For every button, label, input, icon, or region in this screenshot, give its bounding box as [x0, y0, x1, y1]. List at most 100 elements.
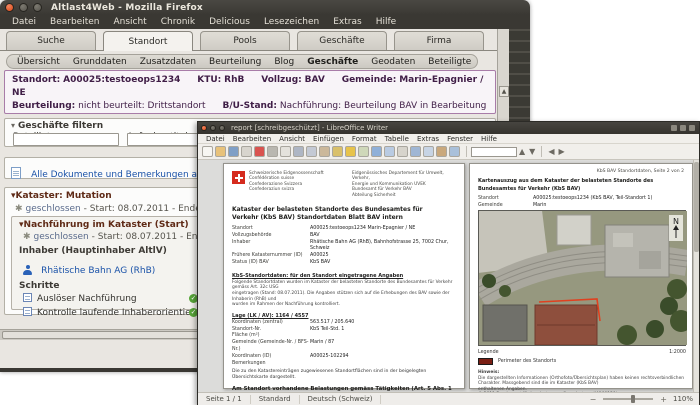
- menu-item[interactable]: Bearbeiten: [233, 135, 271, 143]
- open-icon[interactable]: [215, 146, 226, 157]
- pdf-export-icon[interactable]: [254, 146, 265, 157]
- menu-item[interactable]: Datei: [12, 17, 36, 27]
- subtab-zusatzdaten[interactable]: Zusatzdaten: [140, 57, 196, 67]
- print-preview-icon[interactable]: [280, 146, 291, 157]
- person-icon: [23, 265, 32, 275]
- legend-item: Perimeter des Standorts: [478, 358, 556, 365]
- toolbar-separator: [541, 146, 543, 157]
- lage-table: Koordinaten (zentral) 563.517 / 205.640 St…: [232, 320, 456, 368]
- vertical-scrollbar[interactable]: [693, 160, 699, 392]
- tab-firma[interactable]: Firma: [394, 31, 484, 50]
- site-info-line2: Beurteilung: nicht beurteilt: Drittstand…: [12, 101, 487, 111]
- close-button[interactable]: [5, 3, 14, 12]
- find-replace-icon[interactable]: [410, 146, 421, 157]
- language-indicator[interactable]: Deutsch (Schweiz): [300, 394, 382, 404]
- beteiligte-input[interactable]: [13, 133, 119, 146]
- menu-item[interactable]: Delicious: [209, 17, 250, 27]
- maximize-button[interactable]: [219, 125, 225, 131]
- paragraph-line: wurden im Rahmen der Nachführung kontrol…: [232, 302, 341, 308]
- email-icon[interactable]: [241, 146, 252, 157]
- save-icon[interactable]: [228, 146, 239, 157]
- new-document-icon[interactable]: [202, 146, 213, 157]
- tab-geschaefte[interactable]: Geschäfte: [297, 31, 387, 50]
- table-row: Inhaber Rhätische Bahn AG (RhB), Bahnhofs…: [232, 239, 449, 252]
- zoom-icon[interactable]: [449, 146, 460, 157]
- redo-icon[interactable]: [358, 146, 369, 157]
- minimize-button[interactable]: [19, 3, 28, 12]
- subtab-beteiligte[interactable]: Beteiligte: [428, 57, 471, 67]
- scroll-up-icon[interactable]: ▲: [499, 86, 509, 97]
- menu-item[interactable]: Ansicht: [279, 135, 305, 143]
- writer-toolbar: ▲ ▼ ◀ ▶: [198, 144, 699, 160]
- hyperlink-icon[interactable]: [371, 146, 382, 157]
- navigator-icon[interactable]: [423, 146, 434, 157]
- page-style[interactable]: Standard: [251, 394, 300, 404]
- swiss-flag-icon: [232, 171, 245, 184]
- zoom-slider-knob[interactable]: [631, 395, 636, 403]
- volume-icon[interactable]: [680, 125, 686, 131]
- print-icon[interactable]: [267, 146, 278, 157]
- inhaber-link[interactable]: Rhätische Bahn AG (RhB): [41, 266, 155, 276]
- menu-item[interactable]: Fenster: [447, 135, 473, 143]
- format-paintbrush-icon[interactable]: [332, 146, 343, 157]
- gear-icon: ✱: [15, 204, 23, 214]
- menu-item[interactable]: Tabelle: [385, 135, 409, 143]
- minimize-button[interactable]: [210, 125, 216, 131]
- draw-functions-icon[interactable]: [397, 146, 408, 157]
- menu-item[interactable]: Hilfe: [376, 17, 396, 27]
- cut-icon[interactable]: [293, 146, 304, 157]
- indicator-area: [668, 125, 695, 131]
- subtab-geschaefte[interactable]: Geschäfte: [307, 57, 358, 67]
- zoom-slider[interactable]: [603, 395, 654, 403]
- subtab-beurteilung[interactable]: Beurteilung: [209, 57, 261, 67]
- table-icon[interactable]: [384, 146, 395, 157]
- table-row: Koordinaten (zentral) 563.517 / 205.640: [232, 319, 355, 325]
- scrollbar-thumb[interactable]: [694, 162, 699, 252]
- svg-text:N: N: [673, 217, 679, 226]
- subtab-geodaten[interactable]: Geodaten: [371, 57, 415, 67]
- table-row: Standort-Nr. KbS Teil-Std. 1: [232, 326, 345, 332]
- step-link[interactable]: Kontrolle laufende Inhaberorientierung: [37, 308, 212, 318]
- menu-item[interactable]: Format: [352, 135, 377, 143]
- table-row: Gemeinde Marin: [478, 202, 547, 208]
- close-button[interactable]: [201, 125, 207, 131]
- tab-pools[interactable]: Pools: [200, 31, 290, 50]
- window-title: Altlast4Web - Mozilla Firefox: [51, 2, 203, 13]
- tab-suche[interactable]: Suche: [6, 31, 96, 50]
- mail-icon[interactable]: [689, 125, 695, 131]
- back-icon[interactable]: ◀: [548, 147, 554, 156]
- forward-icon[interactable]: ▶: [558, 147, 564, 156]
- copy-icon[interactable]: [306, 146, 317, 157]
- status-link[interactable]: geschlossen: [26, 204, 81, 214]
- subtab-grunddaten[interactable]: Grunddaten: [73, 57, 127, 67]
- menu-item[interactable]: Bearbeiten: [50, 17, 99, 27]
- clock-icon[interactable]: [671, 125, 677, 131]
- find-next-icon[interactable]: ▼: [529, 147, 535, 156]
- menu-item[interactable]: Datei: [206, 135, 225, 143]
- menu-item[interactable]: Hilfe: [481, 135, 497, 143]
- zoom-in-icon[interactable]: +: [660, 395, 667, 404]
- find-input[interactable]: [471, 146, 517, 157]
- menu-item[interactable]: Extras: [417, 135, 439, 143]
- menu-item[interactable]: Extras: [333, 17, 361, 27]
- menu-item[interactable]: Lesezeichen: [264, 17, 319, 27]
- status-link[interactable]: geschlossen: [34, 232, 89, 242]
- writer-titlebar[interactable]: report [schreibgeschützt] - LibreOffice …: [198, 122, 699, 134]
- paste-icon[interactable]: [319, 146, 330, 157]
- tab-standort[interactable]: Standort: [103, 31, 193, 51]
- subtab-blog[interactable]: Blog: [274, 57, 294, 67]
- menu-item[interactable]: Chronik: [161, 17, 195, 27]
- gallery-icon[interactable]: [436, 146, 447, 157]
- maximize-button[interactable]: [33, 3, 42, 12]
- subtab-uebersicht[interactable]: Übersicht: [17, 57, 60, 67]
- table-row: Standort A00025:testoeops1234 (KbS BAV, T…: [478, 196, 653, 201]
- collapse-icon: ▾: [11, 121, 16, 130]
- undo-icon[interactable]: [345, 146, 356, 157]
- step-link[interactable]: Auslöser Nachführung: [37, 294, 137, 304]
- menu-item[interactable]: Ansicht: [113, 17, 146, 27]
- firefox-titlebar[interactable]: Altlast4Web - Mozilla Firefox: [0, 0, 530, 15]
- firefox-menubar: Datei Bearbeiten Ansicht Chronik Delicious Le…: [0, 15, 530, 29]
- find-previous-icon[interactable]: ▲: [519, 147, 525, 156]
- menu-item[interactable]: Einfügen: [313, 135, 344, 143]
- zoom-out-icon[interactable]: −: [590, 395, 597, 404]
